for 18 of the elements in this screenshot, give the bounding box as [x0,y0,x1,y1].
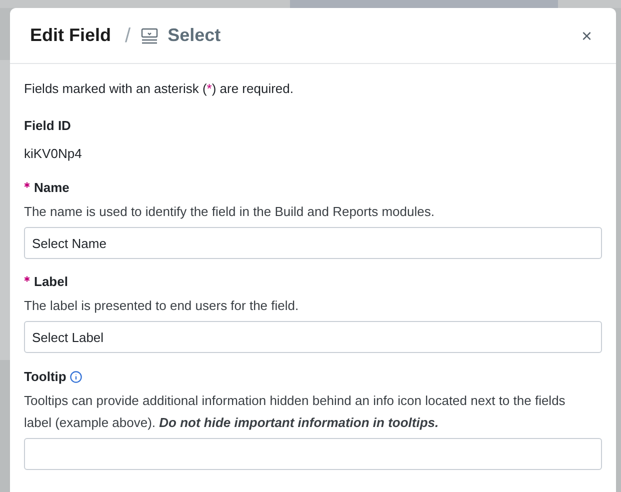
required-fields-note: Fields marked with an asterisk (*) are required. [24,80,294,98]
field-label: Label [34,273,68,292]
field-description: The label is presented to end users for the field. [24,297,300,315]
text-input[interactable]: Select Name [24,227,602,259]
dialog-title: Edit Field [30,24,111,47]
field-type-label: Select [168,24,221,47]
breadcrumb-separator: / [125,24,131,48]
field-description: The name is used to identify the field in the Build and Reports modules. [24,203,436,221]
field-id-value: kiKV0Np4 [24,145,82,163]
field-description: Tooltips can provide additional information hidden behind an info icon located next to the fields label (example above). Do not hide important information in tooltips. [24,392,566,432]
info-icon[interactable] [70,371,82,383]
field-label: Tooltip [24,368,66,386]
text-input[interactable]: Select Label [24,321,602,353]
select-field-icon [140,28,158,44]
text-input[interactable] [24,438,602,470]
field-label: Name [34,179,70,198]
field-id-label: Field ID [24,117,71,135]
close-button[interactable]: × [577,26,596,44]
